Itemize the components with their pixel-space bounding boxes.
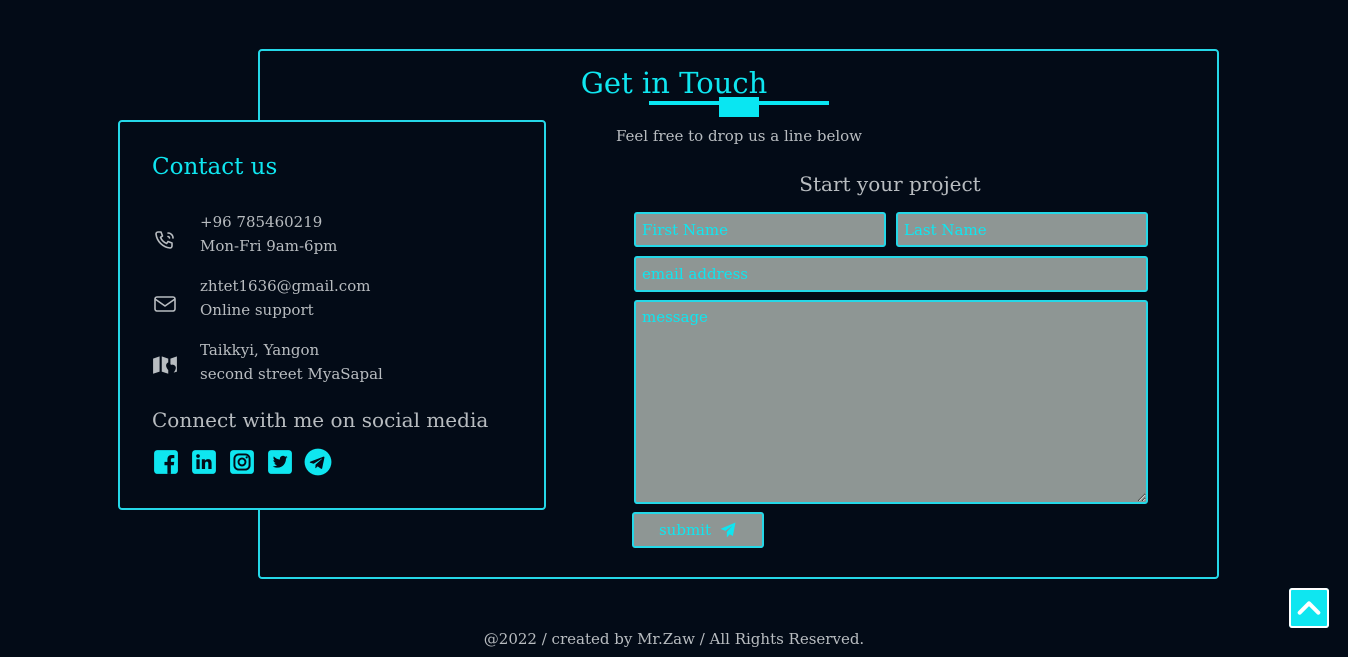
message-textarea[interactable] [634,300,1148,504]
email-address: zhtet1636@gmail.com [200,277,371,295]
contact-title: Contact us [152,154,278,180]
email-text: zhtet1636@gmail.com Online support [200,274,370,322]
page-title: Get in Touch [580,66,768,100]
email-note: Online support [200,301,314,319]
instagram-icon[interactable] [228,448,256,476]
map-icon [152,351,178,377]
social-heading: Connect with me on social media [152,408,489,432]
phone-text: +96 785460219 Mon-Fri 9am-6pm [200,210,337,258]
chevron-up-icon [1295,594,1323,622]
address-text: Taikkyi, Yangon second street MyaSapal [200,338,383,386]
submit-button[interactable]: submit [632,512,764,548]
telegram-icon[interactable] [304,448,332,476]
last-name-input[interactable] [896,212,1148,247]
social-links [152,448,332,476]
footer-text: @2022 / created by Mr.Zaw / All Rights R… [483,630,865,648]
address-city: Taikkyi, Yangon [200,341,320,359]
send-icon [719,521,737,539]
scroll-to-top-button[interactable] [1289,588,1329,628]
form-heading: Start your project [799,172,981,196]
facebook-icon[interactable] [152,448,180,476]
address-street: second street MyaSapal [200,365,383,383]
submit-label: submit [658,521,711,539]
title-underline-block [719,97,759,117]
contact-card: Contact us +96 785460219 Mon-Fri 9am-6pm [118,120,546,510]
mail-icon [152,291,178,317]
twitter-icon[interactable] [266,448,294,476]
phone-icon [152,228,178,254]
linkedin-icon[interactable] [190,448,218,476]
phone-number: +96 785460219 [200,213,323,231]
first-name-input[interactable] [634,212,886,247]
email-input[interactable] [634,256,1148,292]
phone-hours: Mon-Fri 9am-6pm [200,237,338,255]
contact-page: Get in Touch Feel free to drop us a line… [0,0,1348,657]
